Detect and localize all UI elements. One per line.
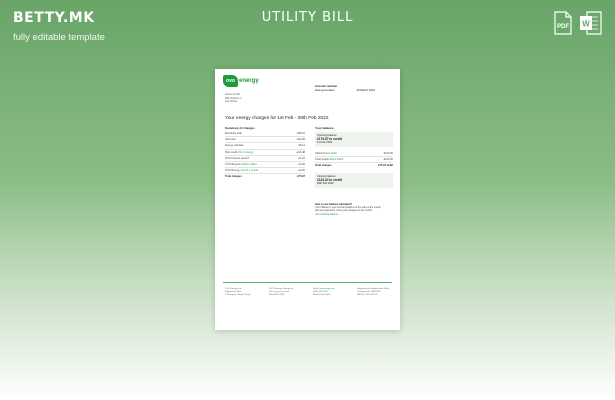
summary-total-row: Total charges £75.97 [225,175,305,179]
summary-heading: Summary of charges [225,126,255,130]
footer-column: hello@ovoenergy.com 0330 303 5063 Mon-Fri … [313,288,335,296]
footer-column: OVO Energy - Energy for the way you live … [269,288,294,296]
logo-mark: ovo [223,75,238,87]
closing-balance-panel: Closing balance £134.24 in credit 28th F… [315,173,393,188]
logo-word: energy [239,78,259,84]
pdf-label: PDF [557,24,569,30]
opening-balance-panel: Opening balance £179.87 in credit 1st Fe… [315,132,393,147]
balance-note: How is your balance calculated? Your bal… [315,203,385,216]
date-generated-label: Date generated [315,88,335,92]
bill-document-preview[interactable]: ovo energy James Smith 269 Oxford Ln Ana… [215,69,400,330]
note-link[interactable]: ovo.com/help-balance [315,213,338,216]
footer-column: OVO Energy Ltd Registered office 1 Riverga… [225,288,251,296]
customer-address: James Smith 269 Oxford Ln Ana Street [225,93,241,104]
charges-period-heading: Your energy charges for 1st Feb - 28th F… [225,116,329,121]
footer-divider [223,282,392,283]
brand-tagline: fully editable template [13,32,105,43]
energy-logo: ovo energy [223,75,259,87]
balance-heading: Your balance [315,126,334,130]
opening-balance-date: 1st Feb 2022 [317,141,333,145]
closing-balance-date: 28th Feb 2022 [317,182,334,186]
balance-table: Added Direct Debit £100.00 Total credits … [315,151,393,169]
word-file-icon[interactable]: W [579,11,603,35]
pdf-file-icon[interactable]: PDF [551,11,575,35]
footer-column: Registered in England and Wales Company N… [357,288,390,296]
date-generated-value: 18 March 2022 [356,88,375,92]
address-line: Ana Street [225,100,238,104]
page-title: UTILITY BILL [261,10,354,25]
account-info: Account number Date generated 18 March 20… [315,84,375,92]
word-label: W [582,20,590,29]
document-footer: OVO Energy Ltd Registered office 1 Riverga… [225,288,393,297]
balance-total-row: Total charges £75.97 debit [315,164,393,168]
format-icons: PDF W [551,11,603,35]
summary-table: Electricity total £58.97 Gas total £43.60 … [225,131,305,180]
